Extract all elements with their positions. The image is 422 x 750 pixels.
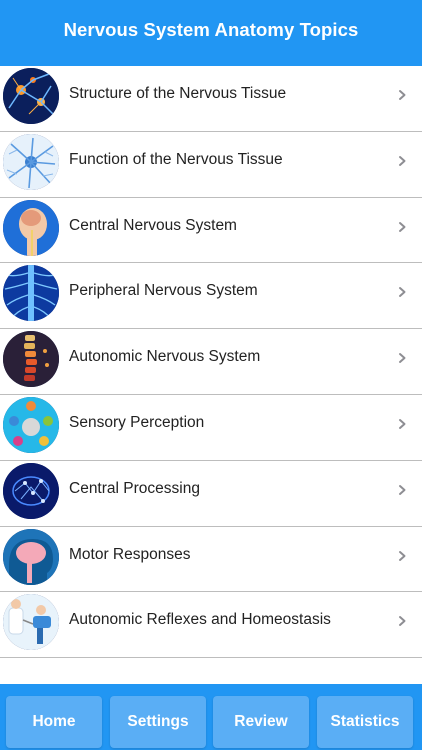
- head-anatomy-icon: [3, 199, 59, 256]
- topic-row-sensory[interactable]: Sensory Perception: [0, 395, 422, 461]
- app-header: Nervous System Anatomy Topics: [0, 0, 422, 66]
- chevron-right-icon: [396, 549, 408, 563]
- chevron-right-icon: [396, 154, 408, 168]
- topic-label: Sensory Perception: [69, 413, 205, 431]
- topic-row-function[interactable]: Function of the Nervous Tissue: [0, 132, 422, 198]
- senses-icon: [3, 396, 59, 453]
- topic-row-motor[interactable]: Motor Responses: [0, 527, 422, 593]
- reflex-test-icon: [3, 594, 59, 651]
- topic-label: Autonomic Nervous System: [69, 348, 261, 366]
- topic-label: Autonomic Reflexes and Homeostasis: [69, 611, 331, 629]
- brain-profile-icon: [3, 528, 59, 585]
- chevron-right-icon: [396, 220, 408, 234]
- topic-label: Function of the Nervous Tissue: [69, 150, 283, 168]
- topic-label: Peripheral Nervous System: [69, 282, 258, 300]
- neuron-network-icon: [3, 68, 59, 124]
- topic-row-ans[interactable]: Autonomic Nervous System: [0, 329, 422, 395]
- topic-label: Central Nervous System: [69, 216, 237, 234]
- chevron-right-icon: [396, 614, 408, 628]
- topic-row-pns[interactable]: Peripheral Nervous System: [0, 263, 422, 330]
- topic-label: Structure of the Nervous Tissue: [69, 85, 287, 102]
- chevron-right-icon: [396, 285, 408, 299]
- chevron-right-icon: [396, 351, 408, 365]
- brain-network-icon: [3, 462, 59, 519]
- home-button[interactable]: Home: [6, 696, 102, 748]
- topic-row-reflexes[interactable]: Autonomic Reflexes and Homeostasis: [0, 592, 422, 659]
- topic-label: Motor Responses: [69, 545, 191, 563]
- topic-row-structure[interactable]: Structure of the Nervous Tissue: [0, 66, 422, 132]
- topic-row-cns[interactable]: Central Nervous System: [0, 198, 422, 264]
- settings-button[interactable]: Settings: [110, 696, 206, 748]
- neuron-cell-icon: [3, 133, 59, 190]
- chevron-right-icon: [396, 417, 408, 431]
- topic-row-processing[interactable]: Central Processing: [0, 461, 422, 527]
- page-title: Nervous System Anatomy Topics: [63, 19, 359, 40]
- bottom-tab-bar: Home Settings Review Statistics: [0, 684, 422, 750]
- review-button[interactable]: Review: [213, 696, 309, 748]
- chevron-right-icon: [396, 483, 408, 497]
- topic-list: Structure of the Nervous Tissue Function…: [0, 66, 422, 659]
- statistics-button[interactable]: Statistics: [317, 696, 413, 748]
- spine-icon: [3, 331, 59, 388]
- chevron-right-icon: [396, 88, 408, 102]
- spinal-nerves-icon: [3, 265, 59, 322]
- topic-label: Central Processing: [69, 479, 200, 497]
